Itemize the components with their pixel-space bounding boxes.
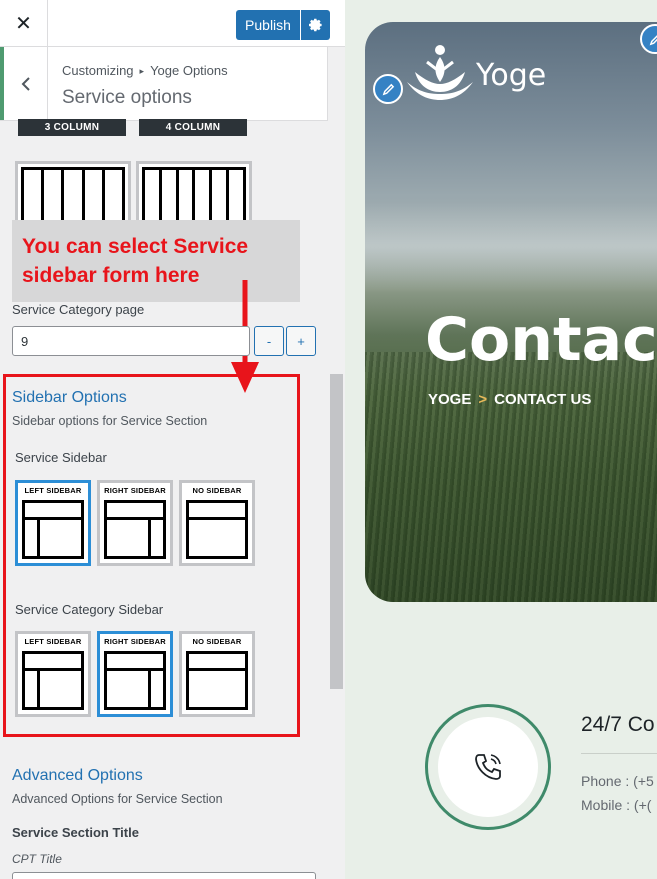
phone-icon — [475, 754, 501, 780]
option-caption: NO SIDEBAR — [192, 486, 242, 495]
hero-title: Contact — [425, 305, 657, 375]
hero-breadcrumb-separator: > — [478, 391, 488, 408]
layout-4-column-label: 4 COLUMN — [139, 119, 247, 136]
layout-6-column-icon — [142, 167, 246, 225]
gear-icon — [308, 18, 322, 32]
sidebar-options-title: Sidebar Options — [12, 389, 127, 406]
customizer-header: ✕ Publish — [0, 0, 345, 47]
lotus-logo-icon — [407, 45, 473, 100]
service-sidebar-label: Service Sidebar — [15, 450, 107, 465]
chevron-left-icon — [21, 76, 30, 91]
option-caption: NO SIDEBAR — [192, 637, 242, 646]
category-page-input[interactable]: 9 — [12, 326, 250, 356]
breadcrumb-separator: ▸ — [139, 66, 145, 76]
publish-button[interactable]: Publish — [236, 10, 300, 40]
section-header: Customizing ▸ Yoge Options Service options — [0, 47, 328, 121]
category-sidebar-label: Service Category Sidebar — [15, 602, 164, 617]
category-sidebar-right-option[interactable]: RIGHT SIDEBAR — [97, 631, 173, 717]
left-sidebar-layout-icon — [22, 651, 84, 710]
phone-number-text: Phone : (+5 — [581, 773, 654, 789]
mobile-number-text: Mobile : (+( — [581, 797, 652, 813]
contact-title: 24/7 Co — [581, 713, 655, 736]
close-button[interactable]: ✕ — [0, 0, 48, 47]
cpt-title-input[interactable] — [12, 872, 316, 879]
hero-breadcrumb-current: CONTACT US — [494, 391, 592, 408]
site-preview: Yoge Contact YOGE > CONTACT US 24/7 Co Pho… — [345, 0, 657, 879]
category-page-label: Service Category page — [12, 302, 145, 317]
option-caption: RIGHT SIDEBAR — [104, 486, 166, 495]
option-caption: LEFT SIDEBAR — [24, 486, 82, 495]
service-section-title-label: Service Section Title — [12, 825, 139, 840]
cpt-title-label: CPT Title — [12, 852, 62, 866]
panel-scrollbar[interactable] — [330, 374, 343, 689]
contact-divider — [581, 753, 657, 754]
customizer-panel: ✕ Publish Customizing ▸ Yoge Options Servi… — [0, 0, 345, 879]
no-sidebar-layout-icon — [186, 651, 248, 710]
option-caption: LEFT SIDEBAR — [24, 637, 82, 646]
service-sidebar-right-option[interactable]: RIGHT SIDEBAR — [97, 480, 173, 566]
section-title: Service options — [62, 87, 192, 108]
layout-3-column-label: 3 COLUMN — [18, 119, 126, 136]
service-sidebar-left-option[interactable]: LEFT SIDEBAR — [15, 480, 91, 566]
edit-shortcut-logo[interactable] — [373, 74, 403, 104]
breadcrumb-root: Customizing — [62, 63, 134, 78]
close-icon: ✕ — [15, 13, 32, 35]
phone-icon-ring — [425, 704, 551, 830]
breadcrumb: Customizing ▸ Yoge Options — [62, 63, 228, 78]
back-button[interactable] — [0, 47, 48, 120]
category-sidebar-left-option[interactable]: LEFT SIDEBAR — [15, 631, 91, 717]
hero-mist — [365, 202, 657, 292]
sidebar-options-description: Sidebar options for Service Section — [12, 414, 208, 428]
right-sidebar-layout-icon — [104, 651, 166, 710]
layout-5-column-icon — [21, 167, 125, 225]
hero-banner: Yoge Contact YOGE > CONTACT US — [365, 22, 657, 602]
site-logo-text[interactable]: Yoge — [476, 58, 546, 93]
hero-breadcrumb-home[interactable]: YOGE — [428, 391, 471, 408]
phone-icon-circle — [438, 717, 538, 817]
category-sidebar-none-option[interactable]: NO SIDEBAR — [179, 631, 255, 717]
right-sidebar-layout-icon — [104, 500, 166, 559]
left-sidebar-layout-icon — [22, 500, 84, 559]
breadcrumb-parent: Yoge Options — [150, 63, 228, 78]
hero-breadcrumb: YOGE > CONTACT US — [428, 391, 591, 408]
publish-settings-button[interactable] — [301, 10, 330, 40]
advanced-options-title: Advanced Options — [12, 767, 143, 784]
service-sidebar-none-option[interactable]: NO SIDEBAR — [179, 480, 255, 566]
pencil-icon — [649, 34, 657, 45]
hero-grass — [365, 352, 657, 602]
pencil-icon — [382, 83, 394, 95]
decrement-button[interactable]: - — [254, 326, 284, 356]
advanced-options-description: Advanced Options for Service Section — [12, 792, 223, 806]
increment-button[interactable]: + — [286, 326, 316, 356]
no-sidebar-layout-icon — [186, 500, 248, 559]
option-caption: RIGHT SIDEBAR — [104, 637, 166, 646]
